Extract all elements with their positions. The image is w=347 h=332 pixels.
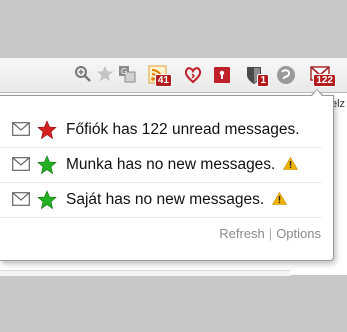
rss-icon[interactable]: 41 [148,65,172,87]
mail-icon[interactable]: 122 [310,65,336,87]
translate-icon[interactable]: G [118,65,138,85]
spiral-icon[interactable] [276,65,296,85]
envelope-icon[interactable] [12,157,30,176]
envelope-icon[interactable] [12,192,30,211]
green-star-icon [37,190,57,215]
account-row[interactable]: Saját has no new messages. [0,183,322,218]
footer-separator: | [268,226,273,241]
green-star-icon [37,155,57,180]
lock-icon[interactable] [212,65,232,85]
mail-badge: 122 [313,74,336,87]
background-area [0,276,347,332]
account-status-text[interactable]: Főfiók has 122 unread messages. [66,121,300,139]
account-status-label[interactable]: Saját has no new messages. [66,191,264,208]
heart-icon[interactable] [184,65,204,85]
account-status-label[interactable]: Munka has no new messages. [66,156,275,173]
popup-arrow-inner [312,90,322,96]
warning-icon [283,156,299,175]
mail-checker-popup: Főfiók has 122 unread messages. Munka ha… [0,90,334,261]
envelope-icon[interactable] [12,122,30,141]
zoom-icon[interactable] [74,65,94,85]
account-row[interactable]: Főfiók has 122 unread messages. [0,113,322,148]
warning-icon [272,191,288,210]
bookmark-star-icon[interactable] [96,65,116,85]
red-star-icon [37,120,57,145]
account-row[interactable]: Munka has no new messages. [0,148,322,183]
account-status-text[interactable]: Saját has no new messages. [66,191,288,210]
rss-badge: 41 [154,74,172,87]
account-status-text[interactable]: Munka has no new messages. [66,156,299,175]
browser-toolbar: G 41 1 122 [0,58,347,93]
refresh-link[interactable]: Refresh [219,226,265,241]
shield-icon[interactable]: 1 [245,65,269,87]
options-link[interactable]: Options [276,226,321,241]
svg-text:G: G [121,67,127,76]
shield-badge: 1 [257,74,269,87]
popup-footer: Refresh | Options [219,226,321,241]
